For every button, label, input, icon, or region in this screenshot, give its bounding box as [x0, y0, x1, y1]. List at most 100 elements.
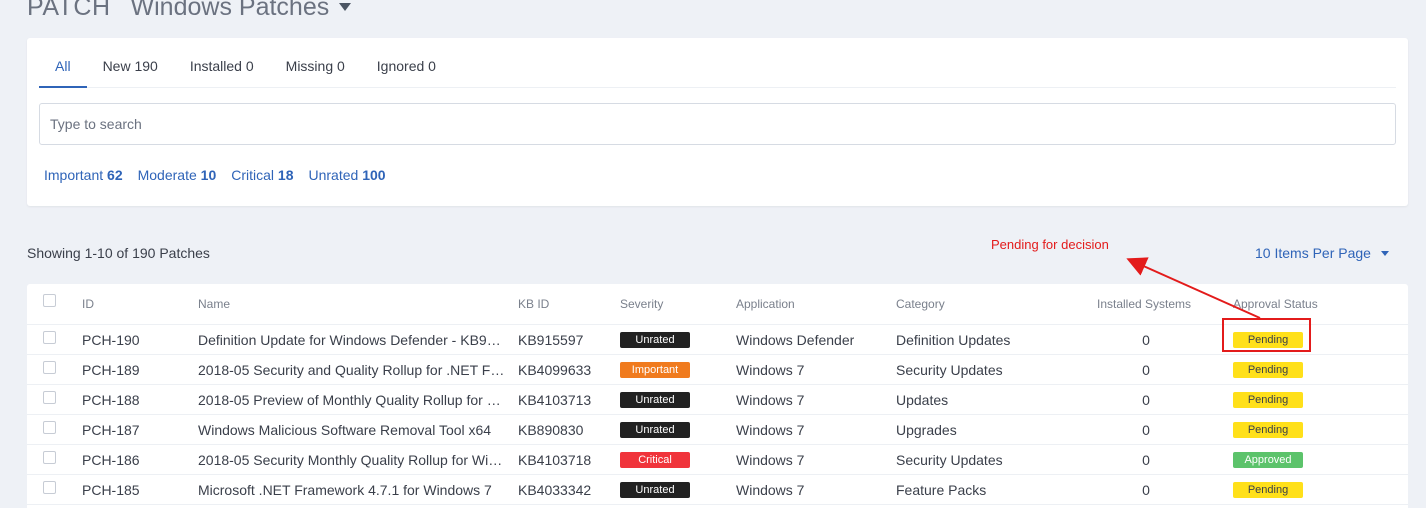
view-title: Windows Patches	[130, 0, 330, 21]
tab-new[interactable]: New 190	[87, 50, 174, 88]
table-row[interactable]: PCH-190 Definition Update for Windows Def…	[27, 325, 1408, 355]
column-header-severity[interactable]: Severity	[620, 297, 663, 311]
search-input[interactable]	[39, 103, 1396, 145]
severity-badge: Critical	[620, 452, 690, 468]
severity-filter-count: 10	[200, 167, 217, 183]
severity-filter-label: Critical	[231, 167, 275, 183]
severity-filter-count: 100	[362, 167, 386, 183]
patch-id[interactable]: PCH-189	[82, 362, 140, 378]
column-header-installed-systems[interactable]: Installed Systems	[1097, 297, 1191, 311]
table-row[interactable]: PCH-189 2018-05 Security and Quality Roll…	[27, 355, 1408, 385]
installed-systems-count: 0	[1142, 362, 1150, 378]
application: Windows Defender	[736, 332, 855, 348]
severity-badge: Unrated	[620, 482, 690, 498]
page-module-title: PATCH	[27, 0, 111, 21]
status-tabs: All New 190 Installed 0 Missing 0 Ignore…	[39, 50, 1396, 88]
table-row[interactable]: PCH-187 Windows Malicious Software Remova…	[27, 415, 1408, 445]
patch-name[interactable]: Definition Update for Windows Defender -…	[198, 332, 506, 348]
severity-filter-label: Moderate	[137, 167, 197, 183]
patch-id[interactable]: PCH-186	[82, 452, 140, 468]
items-per-page-label: 10 Items Per Page	[1255, 245, 1371, 261]
table-row[interactable]: PCH-185 Microsoft .NET Framework 4.7.1 fo…	[27, 475, 1408, 505]
items-per-page-dropdown[interactable]: 10 Items Per Page	[1255, 245, 1389, 261]
category: Definition Updates	[896, 332, 1011, 348]
kb-id: KB4099633	[518, 362, 592, 378]
approval-status-badge: Pending	[1233, 362, 1303, 378]
severity-badge: Important	[620, 362, 690, 378]
tab-all[interactable]: All	[39, 50, 87, 88]
application: Windows 7	[736, 392, 805, 408]
column-header-id[interactable]: ID	[82, 297, 94, 311]
tab-installed[interactable]: Installed 0	[174, 50, 270, 88]
kb-id: KB4033342	[518, 482, 592, 498]
column-header-kb-id[interactable]: KB ID	[518, 297, 549, 311]
patch-id[interactable]: PCH-185	[82, 482, 140, 498]
patch-name[interactable]: Windows Malicious Software Removal Tool …	[198, 422, 506, 438]
severity-badge: Unrated	[620, 392, 690, 408]
patch-id[interactable]: PCH-190	[82, 332, 140, 348]
row-checkbox[interactable]	[43, 451, 56, 464]
row-checkbox[interactable]	[43, 421, 56, 434]
installed-systems-count: 0	[1142, 482, 1150, 498]
severity-filter-label: Unrated	[308, 167, 359, 183]
severity-filter-important[interactable]: Important 62	[44, 167, 123, 183]
patch-id[interactable]: PCH-187	[82, 422, 140, 438]
severity-filter-unrated[interactable]: Unrated 100	[308, 167, 385, 183]
patch-id[interactable]: PCH-188	[82, 392, 140, 408]
page-header: PATCH Windows Patches	[27, 0, 352, 24]
table-header: ID Name KB ID Severity Application Categ…	[27, 284, 1408, 325]
kb-id: KB915597	[518, 332, 584, 348]
annotation-label: Pending for decision	[991, 237, 1109, 252]
showing-count: Showing 1-10 of 190 Patches	[27, 245, 210, 261]
row-checkbox[interactable]	[43, 361, 56, 374]
column-header-approval-status[interactable]: Approval Status	[1233, 297, 1318, 311]
patches-table: ID Name KB ID Severity Application Categ…	[27, 284, 1408, 508]
row-checkbox[interactable]	[43, 391, 56, 404]
application: Windows 7	[736, 452, 805, 468]
approval-status-badge: Pending	[1233, 392, 1303, 408]
table-row[interactable]: PCH-186 2018-05 Security Monthly Quality …	[27, 445, 1408, 475]
view-dropdown[interactable]: Windows Patches	[131, 0, 352, 22]
patch-name[interactable]: 2018-05 Preview of Monthly Quality Rollu…	[198, 392, 506, 408]
patch-name[interactable]: 2018-05 Security and Quality Rollup for …	[198, 362, 506, 378]
tab-missing[interactable]: Missing 0	[270, 50, 361, 88]
severity-filter-moderate[interactable]: Moderate 10	[138, 167, 217, 183]
column-header-application[interactable]: Application	[736, 297, 795, 311]
installed-systems-count: 0	[1142, 392, 1150, 408]
installed-systems-count: 0	[1142, 422, 1150, 438]
approval-status-badge: Pending	[1233, 422, 1303, 438]
patch-name[interactable]: 2018-05 Security Monthly Quality Rollup …	[198, 452, 506, 468]
severity-filter-critical[interactable]: Critical 18	[231, 167, 293, 183]
tab-ignored[interactable]: Ignored 0	[361, 50, 452, 88]
category: Security Updates	[896, 362, 1003, 378]
application: Windows 7	[736, 362, 805, 378]
caret-down-icon	[1380, 250, 1389, 256]
category: Security Updates	[896, 452, 1003, 468]
category: Feature Packs	[896, 482, 987, 498]
select-all-checkbox[interactable]	[43, 294, 56, 307]
row-checkbox[interactable]	[43, 481, 56, 494]
patch-name[interactable]: Microsoft .NET Framework 4.7.1 for Windo…	[198, 482, 506, 498]
category: Updates	[896, 392, 949, 408]
column-header-category[interactable]: Category	[896, 297, 945, 311]
approval-status-badge: Pending	[1233, 482, 1303, 498]
severity-badge: Unrated	[620, 332, 690, 348]
approval-status-badge: Pending	[1233, 332, 1303, 348]
kb-id: KB4103713	[518, 392, 592, 408]
kb-id: KB4103718	[518, 452, 592, 468]
application: Windows 7	[736, 482, 805, 498]
severity-filter-label: Important	[44, 167, 104, 183]
severity-badge: Unrated	[620, 422, 690, 438]
column-header-name[interactable]: Name	[198, 297, 230, 311]
kb-id: KB890830	[518, 422, 584, 438]
row-checkbox[interactable]	[43, 331, 56, 344]
table-row[interactable]: PCH-188 2018-05 Preview of Monthly Qualit…	[27, 385, 1408, 415]
installed-systems-count: 0	[1142, 452, 1150, 468]
filter-card: All New 190 Installed 0 Missing 0 Ignore…	[27, 38, 1408, 206]
severity-summary: Important 62 Moderate 10 Critical 18 Unr…	[44, 167, 386, 183]
approval-status-badge: Approved	[1233, 452, 1303, 468]
installed-systems-count: 0	[1142, 332, 1150, 348]
category: Upgrades	[896, 422, 957, 438]
application: Windows 7	[736, 422, 805, 438]
caret-down-icon	[339, 3, 352, 11]
